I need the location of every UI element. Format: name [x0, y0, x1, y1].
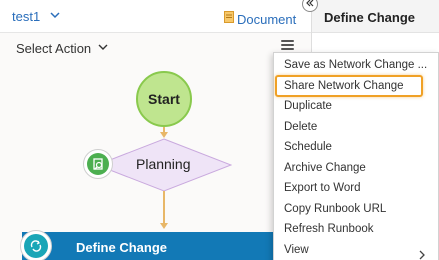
define-change-icon	[20, 230, 52, 260]
details-panel-title: Define Change	[324, 10, 416, 25]
planning-node-label: Planning	[136, 156, 191, 172]
menu-item-refresh-runbook[interactable]: Refresh Runbook	[284, 223, 374, 235]
menu-item-export-to-word[interactable]: Export to Word	[284, 182, 361, 194]
canvas-header: test1 Document	[0, 0, 311, 33]
start-node[interactable]: Start	[136, 71, 192, 127]
menu-item-share-network-change[interactable]: Share Network Change	[275, 75, 423, 97]
define-change-node-label: Define Change	[76, 240, 168, 255]
menu-item-duplicate[interactable]: Duplicate	[284, 100, 332, 112]
planning-icon	[83, 149, 113, 179]
document-link-label: Document	[237, 11, 297, 27]
menu-item-view[interactable]: View	[284, 244, 309, 256]
menu-item-archive-change[interactable]: Archive Change	[284, 162, 366, 174]
select-action-label: Select Action	[16, 41, 92, 56]
select-action-dropdown[interactable]: Select Action	[16, 41, 109, 56]
runbook-title[interactable]: test1	[12, 9, 40, 24]
chevron-right-icon	[418, 247, 426, 260]
menu-icon[interactable]	[281, 40, 294, 52]
context-menu: Save as Network Change ... Share Network…	[273, 52, 439, 260]
start-node-label: Start	[148, 91, 180, 107]
chevron-down-icon	[97, 41, 109, 56]
menu-item-save-as-network-change[interactable]: Save as Network Change ...	[284, 59, 427, 71]
connector-line	[163, 191, 165, 227]
document-link[interactable]: Document	[224, 10, 296, 28]
double-chevron-left-icon	[305, 0, 315, 13]
menu-item-delete[interactable]: Delete	[284, 121, 317, 133]
document-icon	[224, 10, 234, 28]
connector-arrow	[160, 223, 168, 229]
menu-item-copy-runbook-url[interactable]: Copy Runbook URL	[284, 203, 386, 215]
chevron-down-icon[interactable]	[49, 8, 61, 26]
details-panel-header: Define Change	[312, 0, 439, 33]
canvas-panel: test1 Document Select Action Start Plann…	[0, 0, 311, 260]
app-window: test1 Document Select Action Start Plann…	[0, 0, 439, 260]
menu-item-schedule[interactable]: Schedule	[284, 141, 332, 153]
